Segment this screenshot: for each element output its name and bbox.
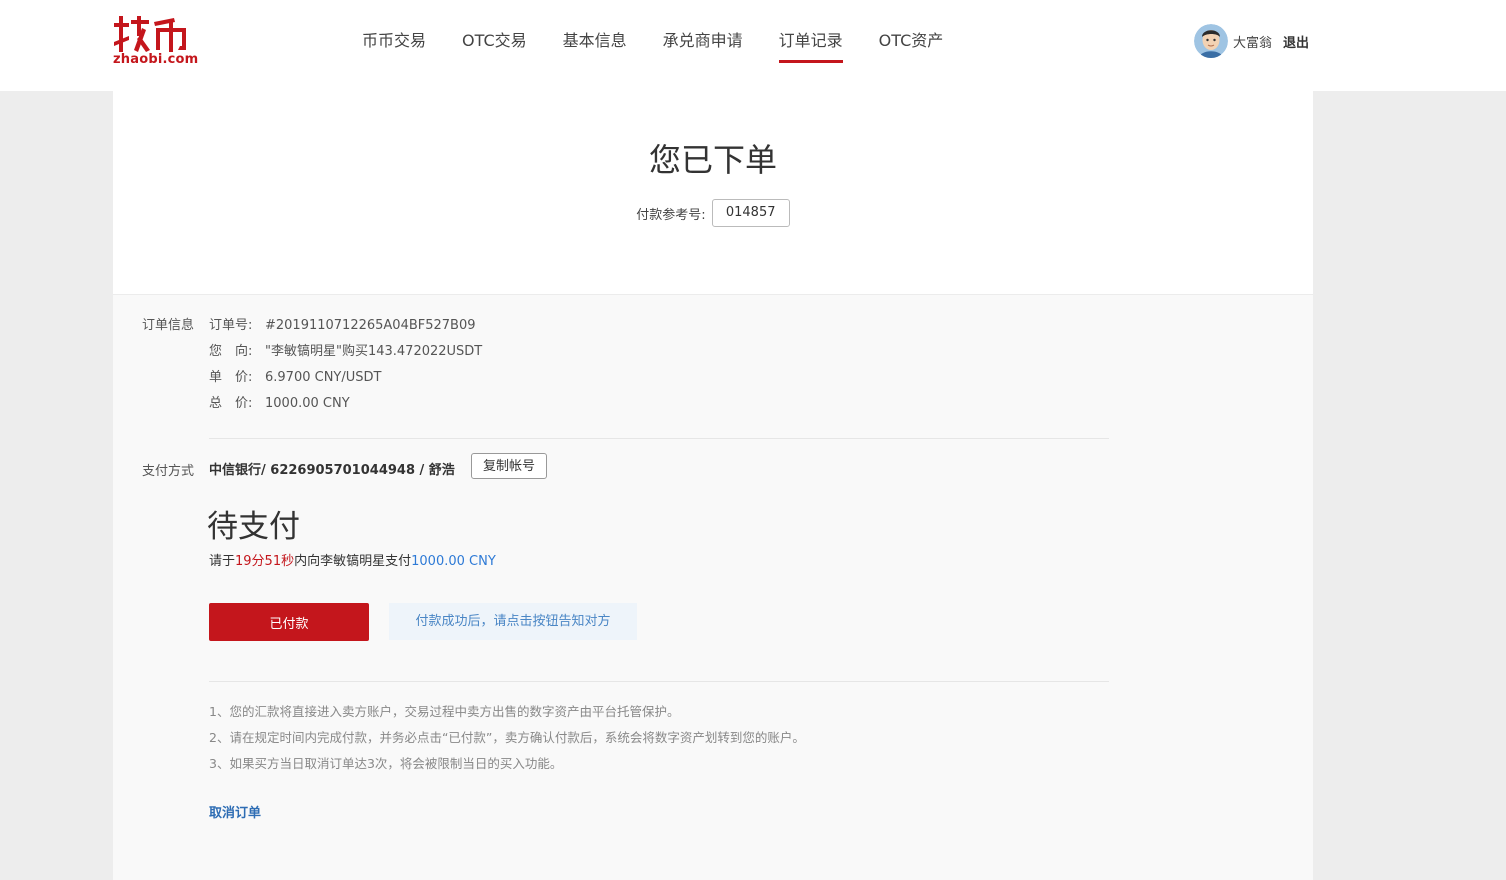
order-summary-box: 您已下单 付款参考号: 014857 [113,91,1313,295]
payment-method-label: 支付方式 [142,464,195,479]
order-total-key: 总 价: [209,396,253,411]
nav-item-otc-trade[interactable]: OTC交易 [444,0,545,91]
main-nav: 币币交易 OTC交易 基本信息 承兑商申请 订单记录 OTC资产 [344,0,961,91]
nav-item-coin-trade[interactable]: 币币交易 [344,0,444,91]
logo-mark-icon [114,16,186,52]
user-area: 大富翁 退出 [1194,24,1309,58]
payment-reference: 付款参考号: 014857 [113,199,1313,227]
payment-account-detail: 中信银行/ 6226905701044948 / 舒浩 [209,463,455,478]
logout-link[interactable]: 退出 [1283,32,1309,51]
reference-label: 付款参考号: [636,207,706,223]
order-buy-row: 您 向: "李敏镐明星"购买143.472022USDT [209,340,482,359]
page-title: 您已下单 [648,141,777,179]
copy-account-button[interactable]: 复制帐号 [471,453,547,479]
nav-item-basic-info[interactable]: 基本信息 [545,0,645,91]
order-price-key: 单 价: [209,370,253,385]
countdown-amount: 1000.00 CNY [411,554,496,569]
notice-item: 3、如果买方当日取消订单达3次，将会被限制当日的买入功能。 [209,756,563,771]
nav-item-order-records[interactable]: 订单记录 [761,0,861,91]
order-number-value: #2019110712265A04BF527B09 [265,318,476,333]
order-total-value: 1000.00 CNY [265,396,350,411]
paid-hint: 付款成功后，请点击按钮告知对方 [389,603,637,640]
nav-item-otc-assets[interactable]: OTC资产 [861,0,962,91]
countdown-middle: 内向李敏镐明星支付 [294,554,412,569]
order-info-label: 订单信息 [142,318,195,333]
notice-item: 1、您的汇款将直接进入卖方账户，交易过程中卖方出售的数字资产由平台托管保护。 [209,704,680,719]
user-avatar-icon [1194,24,1228,58]
payment-countdown: 请于19分51秒内向李敏镐明星支付1000.00 CNY [209,550,496,569]
cancel-order-link[interactable]: 取消订单 [209,802,261,821]
divider [209,438,1109,439]
avatar[interactable] [1194,24,1228,58]
order-price-value: 6.9700 CNY/USDT [265,370,382,385]
order-status: 待支付 [207,509,300,545]
paid-button[interactable]: 已付款 [209,603,369,641]
order-price-row: 单 价: 6.9700 CNY/USDT [209,366,381,385]
nav-item-acceptor-apply[interactable]: 承兑商申请 [645,0,761,91]
logo-domain-text: zhaobi.com [113,52,199,67]
notice-item: 2、请在规定时间内完成付款，并务必点击“已付款”，卖方确认付款后，系统会将数字资… [209,730,805,745]
username: 大富翁 [1233,35,1273,51]
top-header: zhaobi.com 币币交易 OTC交易 基本信息 承兑商申请 订单记录 OT… [0,0,1506,91]
order-total-row: 总 价: 1000.00 CNY [209,392,350,411]
order-buy-key: 您 向: [209,344,253,359]
countdown-prefix: 请于 [209,554,236,569]
order-panel: 您已下单 付款参考号: 014857 订单信息 订单号: #20191107122… [113,91,1313,880]
order-buy-value: "李敏镐明星"购买143.472022USDT [265,344,483,359]
divider [209,681,1109,682]
reference-value: 014857 [711,199,790,227]
order-number-key: 订单号: [209,318,253,333]
countdown-time: 19分51秒 [235,554,295,569]
order-number-row: 订单号: #2019110712265A04BF527B09 [209,314,476,333]
